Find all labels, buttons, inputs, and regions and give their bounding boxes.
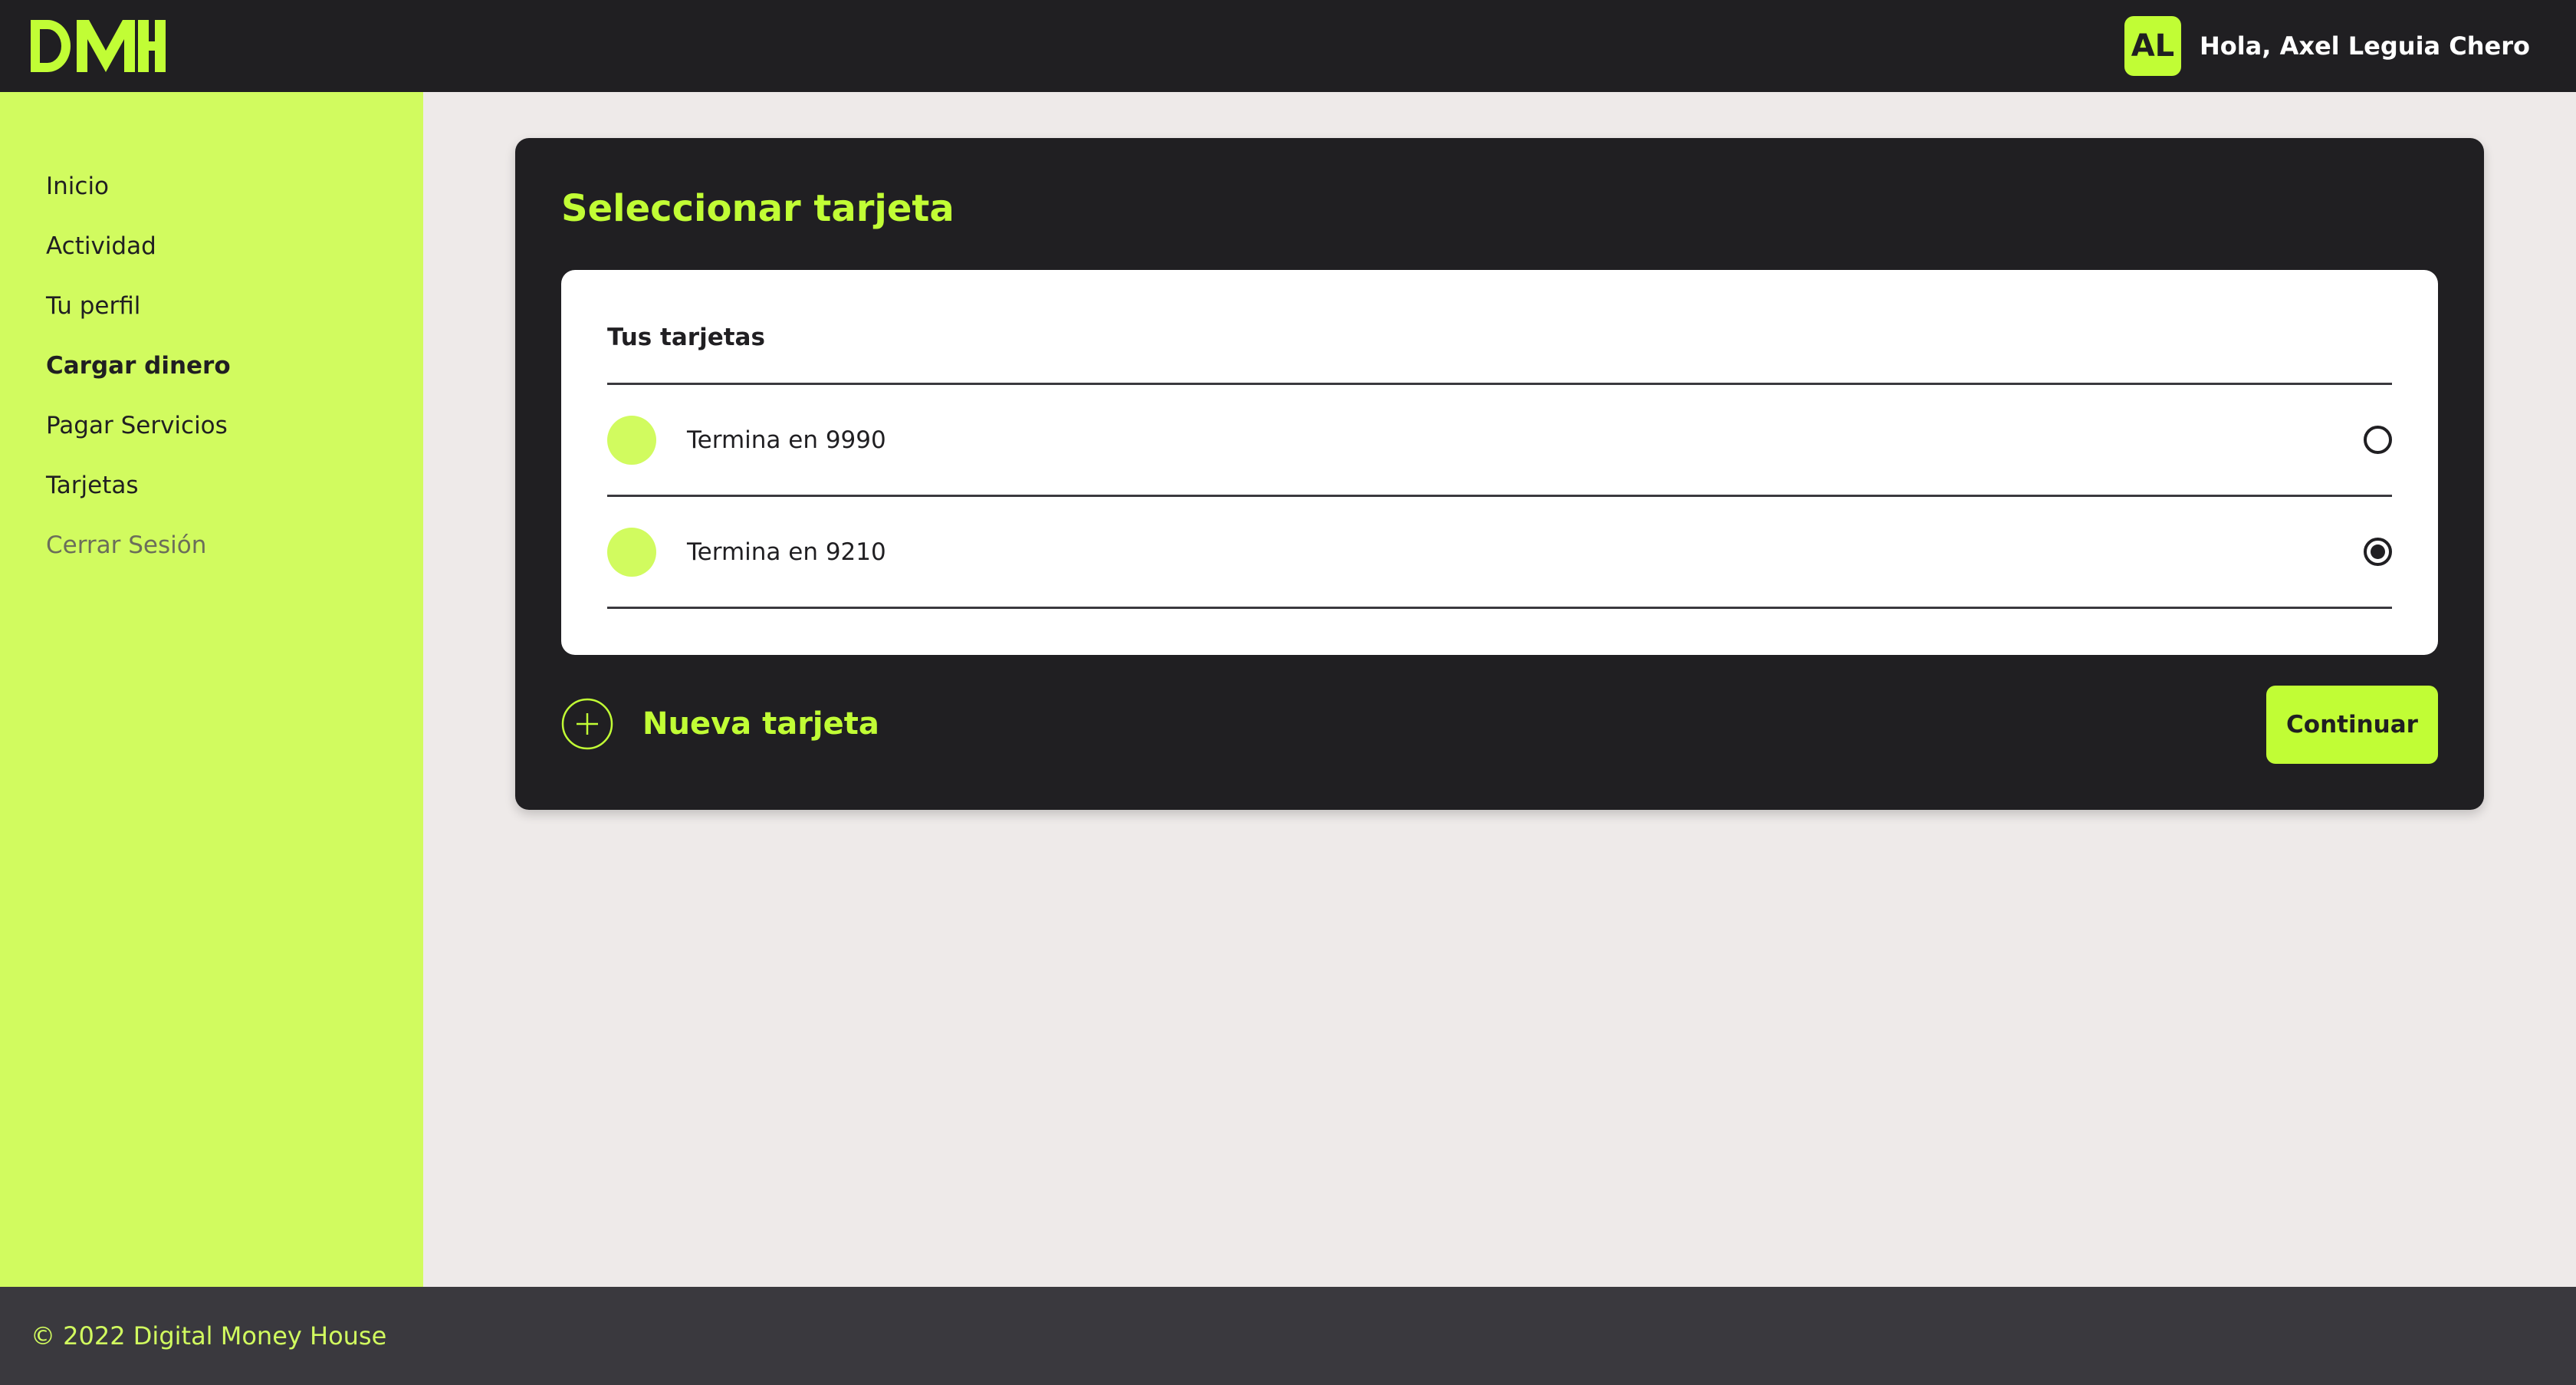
card-radio-button[interactable] (2364, 426, 2392, 454)
sidebar-item-cerrar-sesion[interactable]: Cerrar Sesión (0, 526, 423, 586)
sidebar-item-pagar-servicios[interactable]: Pagar Servicios (0, 406, 423, 466)
continue-button[interactable]: Continuar (2266, 686, 2438, 764)
footer: © 2022 Digital Money House (0, 1287, 2576, 1385)
card-option-row[interactable]: Termina en 9990 (607, 385, 2392, 497)
page-title: Seleccionar tarjeta (561, 187, 955, 230)
sidebar-item-tarjetas[interactable]: Tarjetas (0, 466, 423, 526)
user-menu[interactable]: AL Hola, Axel Leguia Chero (2124, 16, 2530, 76)
sidebar-item-inicio[interactable]: Inicio (0, 167, 423, 227)
new-card-button[interactable]: Nueva tarjeta (561, 698, 879, 750)
sidebar: Inicio Actividad Tu perfil Cargar dinero… (0, 92, 423, 1287)
card-color-dot (607, 527, 656, 577)
dmh-logo-icon[interactable] (31, 20, 166, 72)
sidebar-item-tu-perfil[interactable]: Tu perfil (0, 287, 423, 347)
card-option-row[interactable]: Termina en 9210 (607, 497, 2392, 609)
select-card-panel: Seleccionar tarjeta Tus tarjetas Termina… (515, 138, 2484, 810)
new-card-label: Nueva tarjeta (642, 706, 879, 742)
cards-list: Tus tarjetas Termina en 9990 Termina en … (561, 270, 2438, 655)
avatar[interactable]: AL (2124, 16, 2181, 76)
card-option-label: Termina en 9210 (687, 538, 886, 566)
card-option-label: Termina en 9990 (687, 426, 886, 454)
footer-copyright: © 2022 Digital Money House (31, 1321, 387, 1350)
top-header: AL Hola, Axel Leguia Chero (0, 0, 2576, 92)
plus-circle-icon[interactable] (561, 698, 613, 750)
sidebar-item-cargar-dinero[interactable]: Cargar dinero (0, 347, 423, 406)
card-color-dot (607, 415, 656, 465)
sidebar-item-actividad[interactable]: Actividad (0, 227, 423, 287)
cards-list-heading: Tus tarjetas (607, 270, 2392, 385)
card-radio-button-selected[interactable] (2364, 538, 2392, 566)
user-greeting: Hola, Axel Leguia Chero (2199, 31, 2530, 61)
